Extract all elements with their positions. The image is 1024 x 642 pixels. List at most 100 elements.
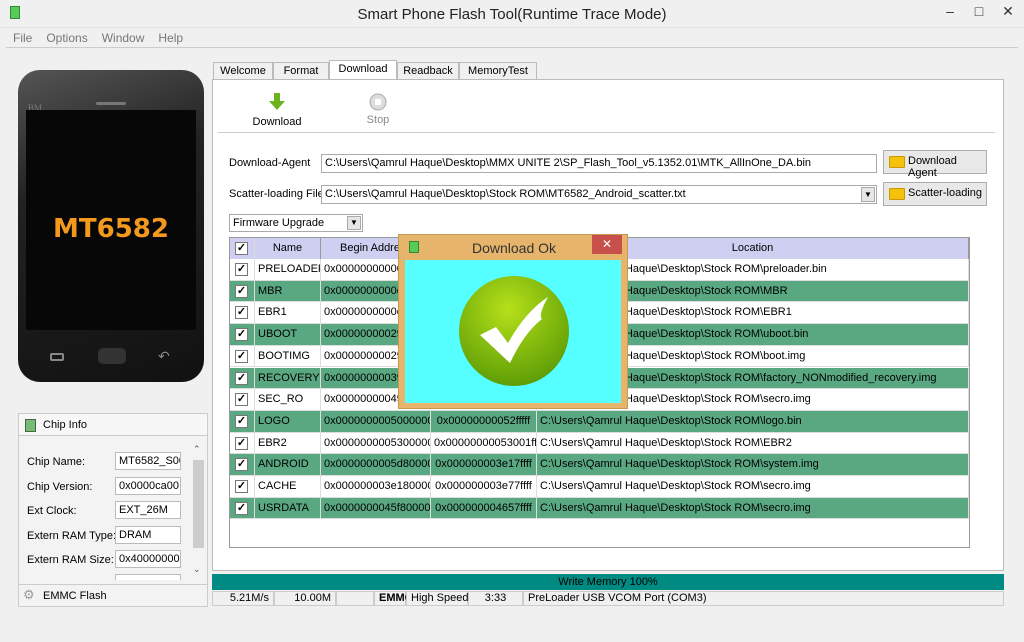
scatter-file-label: Scatter-loading File <box>229 188 324 200</box>
menu-file[interactable]: File <box>6 28 39 48</box>
row-checkbox-cell: ✓ <box>230 389 255 410</box>
cell-end: 0x000000003e77ffff <box>431 476 537 497</box>
row-checkbox[interactable]: ✓ <box>235 328 248 342</box>
status-usb-speed: High Speed <box>406 591 469 606</box>
minimize-button[interactable]: – <box>935 0 965 22</box>
status-bar: 5.21M/s 10.00M EMMC High Speed 3:33 PreL… <box>212 591 1004 606</box>
dialog-close-button[interactable]: ✕ <box>592 235 622 254</box>
chip-model-label: MT6582 <box>53 214 169 244</box>
menu-bar: File Options Window Help <box>6 28 1018 48</box>
row-checkbox[interactable]: ✓ <box>235 306 248 320</box>
scroll-down-icon[interactable]: ⌄ <box>193 564 201 575</box>
phone-image: BM MT6582 ↶ <box>18 70 204 382</box>
cell-name: BOOTIMG <box>255 345 321 367</box>
chip-icon <box>25 419 36 432</box>
cell-end: 0x000000004657ffff <box>431 497 537 519</box>
tab-download[interactable]: Download <box>329 60 397 79</box>
tab-memorytest[interactable]: MemoryTest <box>459 62 537 80</box>
row-checkbox-cell: ✓ <box>230 345 255 367</box>
phone-speaker <box>96 102 126 105</box>
progress-bar: Write Memory 100% <box>212 574 1004 590</box>
mode-select[interactable]: Firmware Upgrade <box>229 214 363 232</box>
dialog-body <box>405 260 621 403</box>
chip-info-header[interactable]: Chip Info <box>19 414 207 436</box>
row-checkbox[interactable]: ✓ <box>235 458 248 472</box>
cell-location: C:\Users\Qamrul Haque\Desktop\Stock ROM\… <box>537 476 969 497</box>
row-checkbox[interactable]: ✓ <box>235 480 248 493</box>
window-title: Smart Phone Flash Tool(Runtime Trace Mod… <box>357 6 667 23</box>
chevron-down-icon[interactable]: ▼ <box>347 216 361 230</box>
title-bar: Smart Phone Flash Tool(Runtime Trace Mod… <box>0 0 1024 28</box>
chip-info-scrollbar[interactable]: ⌃ ⌄ <box>191 444 205 579</box>
download-agent-input[interactable]: C:\Users\Qamrul Haque\Desktop\MMX UNITE … <box>321 154 877 173</box>
stop-button[interactable]: Stop <box>348 93 408 131</box>
cell-name: PRELOADER <box>255 259 321 280</box>
row-checkbox[interactable]: ✓ <box>235 501 248 515</box>
column-header[interactable]: Name <box>255 238 321 259</box>
scroll-up-icon[interactable]: ⌃ <box>193 444 201 455</box>
menu-window[interactable]: Window <box>95 28 152 48</box>
scatter-loading-button[interactable]: Scatter-loading <box>883 182 987 206</box>
row-checkbox[interactable]: ✓ <box>235 371 248 385</box>
home-key <box>98 348 126 364</box>
row-checkbox[interactable]: ✓ <box>235 284 248 298</box>
cell-name: RECOVERY <box>255 367 321 389</box>
chip-field-value: DRAM <box>115 525 181 544</box>
chip-field-value: MT6582_S00 <box>115 452 181 470</box>
cell-name: ANDROID <box>255 454 321 475</box>
row-checkbox[interactable]: ✓ <box>235 436 248 450</box>
chip-field-value: 0x0000ca00 <box>115 476 181 495</box>
row-checkbox[interactable]: ✓ <box>235 263 248 276</box>
cell-name: UBOOT <box>255 324 321 345</box>
select-all-checkbox[interactable]: ✓ <box>235 242 248 255</box>
chip-field-label: Ext Clock: <box>27 505 77 517</box>
row-checkbox-cell: ✓ <box>230 432 255 454</box>
chip-field-value: EXT_26M <box>115 501 181 519</box>
download-button[interactable]: Download <box>243 93 311 131</box>
status-time: 3:33 <box>468 591 523 606</box>
stop-icon <box>369 93 387 111</box>
row-checkbox[interactable]: ✓ <box>235 349 248 363</box>
cell-begin: 0x0000000005d80000 <box>321 454 431 475</box>
folder-icon <box>889 188 905 200</box>
scatter-file-select[interactable]: C:\Users\Qamrul Haque\Desktop\Stock ROM\… <box>321 185 877 204</box>
tab-welcome[interactable]: Welcome <box>213 62 273 80</box>
row-checkbox-cell: ✓ <box>230 497 255 519</box>
table-row[interactable]: ✓ USRDATA 0x0000000045f80000 0x000000004657… <box>230 497 969 520</box>
download-agent-button[interactable]: Download Agent <box>883 150 987 179</box>
chip-field-label: Extern RAM Size: <box>27 554 114 566</box>
progress-label: Write Memory 100% <box>558 576 658 588</box>
table-row[interactable]: ✓ ANDROID 0x0000000005d80000 0x000000003e17… <box>230 454 969 476</box>
tab-readback[interactable]: Readback <box>397 62 459 80</box>
chip-field-value-partial <box>115 574 181 580</box>
chip-field-label: Extern RAM Type: <box>27 529 117 542</box>
cell-begin: 0x000000003e180000 <box>321 476 431 497</box>
status-size: 10.00M <box>274 591 336 606</box>
back-key-icon: ↶ <box>158 348 170 364</box>
row-checkbox-cell: ✓ <box>230 259 255 280</box>
scroll-thumb[interactable] <box>193 460 204 548</box>
maximize-button[interactable]: □ <box>964 0 994 22</box>
row-checkbox-cell: ✓ <box>230 280 255 302</box>
table-row[interactable]: ✓ CACHE 0x000000003e180000 0x000000003e77ff… <box>230 476 969 498</box>
menu-key-icon <box>50 353 64 361</box>
chevron-down-icon[interactable]: ▼ <box>861 187 875 202</box>
status-port: PreLoader USB VCOM Port (COM3) <box>523 591 1004 606</box>
emmc-flash-header[interactable]: ⚙ EMMC Flash <box>19 584 207 606</box>
tab-format[interactable]: Format <box>273 62 329 80</box>
menu-help[interactable]: Help <box>151 28 190 48</box>
table-row[interactable]: ✓ LOGO 0x0000000005000000 0x00000000052ffff… <box>230 410 969 433</box>
cell-end: 0x00000000052fffff <box>431 410 537 432</box>
status-speed: 5.21M/s <box>212 591 274 606</box>
cell-begin: 0x0000000005300000 <box>321 432 431 454</box>
scatter-loading-button-label: Scatter-loading <box>908 187 982 199</box>
phone-screen: MT6582 <box>26 110 196 330</box>
download-ok-dialog: Download Ok ✕ <box>398 234 628 409</box>
row-checkbox[interactable]: ✓ <box>235 393 248 407</box>
row-checkbox[interactable]: ✓ <box>235 414 248 428</box>
gear-icon: ⚙ <box>23 587 35 602</box>
menu-options[interactable]: Options <box>39 28 94 48</box>
close-button[interactable]: ✕ <box>993 0 1023 22</box>
cell-location: C:\Users\Qamrul Haque\Desktop\Stock ROM\… <box>537 454 969 475</box>
table-row[interactable]: ✓ EBR2 0x0000000005300000 0x00000000053001f… <box>230 432 969 455</box>
